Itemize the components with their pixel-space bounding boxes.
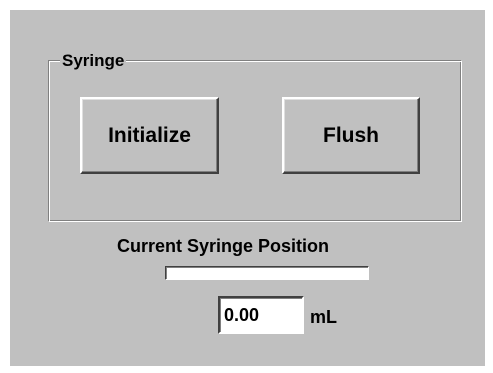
syringe-group-label: Syringe — [60, 51, 127, 71]
initialize-button[interactable]: Initialize — [80, 97, 219, 174]
syringe-position-label: Current Syringe Position — [117, 236, 330, 256]
flush-button[interactable]: Flush — [282, 97, 420, 174]
syringe-position-bar — [165, 266, 369, 280]
syringe-position-value-field[interactable] — [218, 296, 304, 334]
syringe-position-unit-label: mL — [310, 307, 337, 327]
